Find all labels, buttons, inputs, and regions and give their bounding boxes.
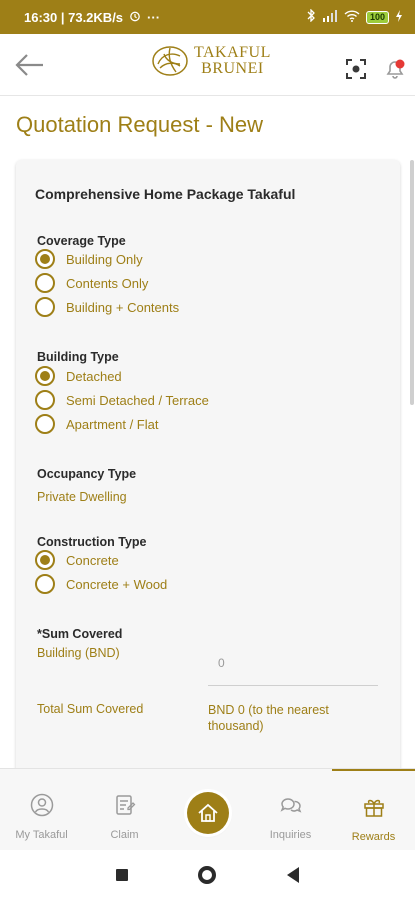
occupancy-value: Private Dwelling [37, 490, 127, 504]
takaful-brunei-logo: TAKAFUL BRUNEI [150, 44, 271, 78]
signal-icon [322, 9, 338, 25]
radio-selected-icon[interactable] [35, 366, 55, 386]
nav-label: My Takaful [15, 829, 68, 841]
radio-label: Building Only [66, 251, 143, 267]
recent-apps-icon[interactable] [116, 869, 128, 881]
radio-unselected-icon[interactable] [35, 390, 55, 410]
nav-label: Rewards [351, 831, 396, 843]
radio-label: Building + Contents [66, 299, 180, 315]
radio-label: Concrete + Wood [66, 576, 168, 592]
total-sum-covered-value: BND 0 (to the nearest thousand) [208, 703, 329, 733]
charging-icon [395, 9, 403, 25]
home-circle-icon[interactable] [198, 866, 216, 884]
sum-covered-label: *Sum Covered [37, 627, 123, 641]
logo-line-2: BRUNEI [201, 60, 264, 77]
radio-label: Detached [66, 368, 122, 384]
radio-selected-icon[interactable] [35, 249, 55, 269]
radio-contents-only[interactable]: Contents Only [35, 273, 148, 293]
battery-icon: 100 [365, 10, 389, 24]
notification-bell-icon[interactable] [384, 58, 406, 80]
radio-apartment[interactable]: Apartment / Flat [35, 414, 158, 434]
radio-label: Contents Only [66, 275, 149, 291]
bluetooth-icon [306, 8, 316, 25]
radio-building-only[interactable]: Building Only [35, 249, 143, 269]
nav-label: Inquiries [269, 829, 312, 841]
radio-label: Semi Detached / Terrace [66, 392, 209, 408]
chat-bubbles-icon [280, 798, 302, 813]
system-back-icon[interactable] [287, 867, 299, 883]
wifi-icon [344, 9, 360, 25]
scrollbar[interactable] [410, 160, 414, 405]
product-title: Comprehensive Home Package Takaful [35, 186, 296, 202]
radio-concrete-wood[interactable]: Concrete + Wood [35, 574, 167, 594]
logo-line-1: TAKAFUL [194, 44, 271, 61]
gift-icon [364, 799, 384, 817]
back-arrow-icon[interactable] [14, 52, 46, 78]
scan-icon[interactable] [345, 58, 367, 80]
page-title: Quotation Request - New [16, 112, 264, 137]
alarm-icon [129, 10, 141, 25]
total-sum-covered-label: Total Sum Covered [37, 702, 144, 716]
radio-label: Concrete [66, 552, 119, 568]
app-header: TAKAFUL BRUNEI [0, 34, 415, 96]
radio-unselected-icon[interactable] [35, 574, 55, 594]
coverage-type-label: Coverage Type [37, 234, 126, 248]
status-time: 16:30 | 73.2KB/s [24, 9, 124, 25]
nav-my-takaful[interactable]: My Takaful [0, 769, 83, 851]
building-type-label: Building Type [37, 350, 119, 364]
occupancy-type-label: Occupancy Type [37, 467, 137, 481]
building-sum-value: 0 [218, 656, 225, 670]
nav-inquiries[interactable]: Inquiries [249, 769, 332, 851]
radio-concrete[interactable]: Concrete [35, 550, 119, 570]
quotation-form-card: Comprehensive Home Package Takaful Cover… [16, 160, 400, 780]
construction-type-label: Construction Type [37, 535, 147, 549]
status-bar: 16:30 | 73.2KB/s ··· 100 [0, 0, 415, 34]
nav-label: Claim [110, 829, 139, 841]
logo-mark-icon [152, 46, 188, 76]
status-more-dots: ··· [147, 9, 161, 25]
radio-label: Apartment / Flat [66, 416, 159, 432]
radio-building-contents[interactable]: Building + Contents [35, 297, 179, 317]
home-icon [198, 803, 218, 822]
nav-rewards[interactable]: Rewards [332, 769, 415, 851]
radio-unselected-icon[interactable] [35, 414, 55, 434]
building-sum-input[interactable]: 0 [208, 648, 378, 686]
user-circle-icon [30, 793, 54, 817]
claim-document-icon [116, 795, 136, 815]
radio-semi-detached[interactable]: Semi Detached / Terrace [35, 390, 209, 410]
radio-selected-icon[interactable] [35, 550, 55, 570]
nav-claim[interactable]: Claim [83, 769, 166, 851]
radio-unselected-icon[interactable] [35, 297, 55, 317]
building-bnd-label: Building (BND) [37, 646, 120, 660]
home-button[interactable] [187, 792, 229, 834]
radio-detached[interactable]: Detached [35, 366, 122, 386]
radio-unselected-icon[interactable] [35, 273, 55, 293]
system-navigation-bar [0, 850, 415, 900]
